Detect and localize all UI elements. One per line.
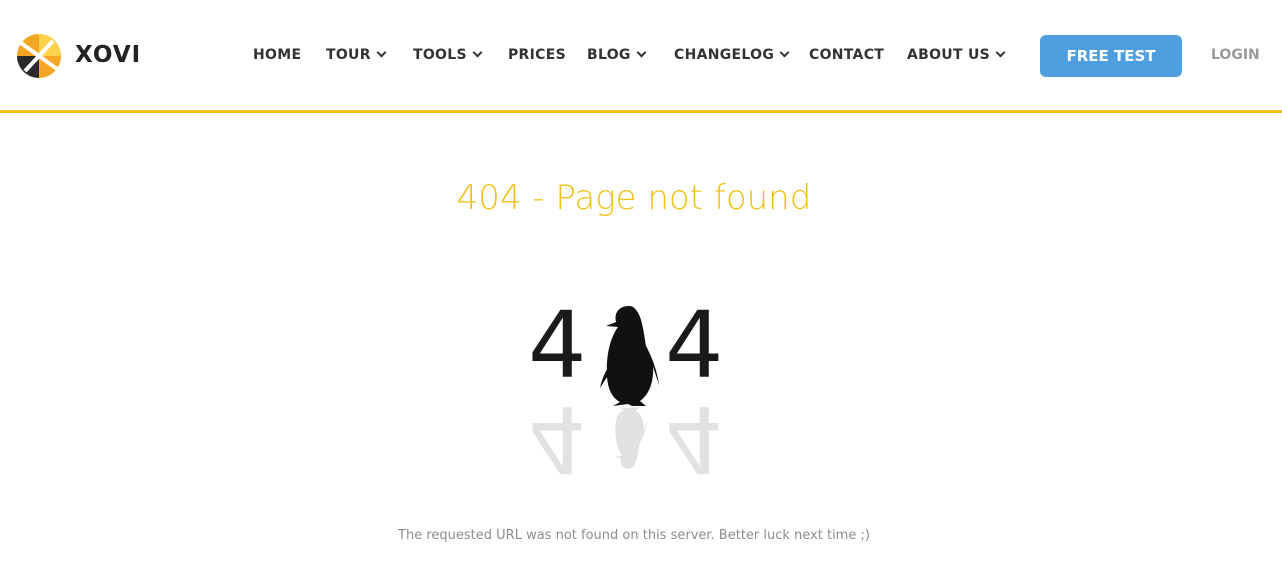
penguin-icon: [600, 306, 659, 406]
nav-contact[interactable]: CONTACT: [809, 47, 884, 63]
404-illustration: 4 4 4 4: [528, 292, 738, 493]
nav-about-us[interactable]: ABOUT US: [907, 47, 1006, 63]
nav-blog-label: BLOG: [587, 47, 631, 63]
nav-blog[interactable]: BLOG: [587, 47, 647, 63]
chevron-down-icon: [779, 47, 790, 58]
nav-about-us-label: ABOUT US: [907, 47, 991, 63]
error-message: The requested URL was not found on this …: [398, 528, 870, 543]
nav-tools[interactable]: TOOLS: [413, 47, 483, 63]
right-digit: 4: [665, 292, 724, 399]
right-digit-reflection: 4: [665, 385, 724, 492]
chevron-down-icon: [995, 47, 1006, 58]
nav-home[interactable]: HOME: [253, 47, 301, 63]
nav-changelog[interactable]: CHANGELOG: [674, 47, 790, 63]
site-header: XOVI HOME TOUR TOOLS PRICES BLOG CHANGEL…: [0, 0, 1282, 113]
nav-home-label: HOME: [253, 47, 302, 63]
nav-prices[interactable]: PRICES: [508, 47, 566, 63]
login-link[interactable]: LOGIN: [1211, 47, 1260, 63]
nav-contact-label: CONTACT: [809, 47, 885, 63]
nav-tools-label: TOOLS: [413, 47, 467, 63]
left-digit-reflection: 4: [528, 385, 587, 492]
chevron-down-icon: [376, 47, 387, 58]
xovi-logo[interactable]: XOVI: [13, 29, 142, 83]
logo-text: XOVI: [75, 42, 142, 68]
free-test-button[interactable]: FREE TEST: [1040, 35, 1182, 77]
nav-tour[interactable]: TOUR: [326, 47, 387, 63]
nav-prices-label: PRICES: [508, 47, 566, 63]
penguin-reflection-icon: [614, 407, 648, 469]
left-digit: 4: [528, 292, 587, 399]
chevron-down-icon: [472, 47, 483, 58]
chevron-down-icon: [636, 47, 647, 58]
nav-changelog-label: CHANGELOG: [674, 47, 775, 63]
logo-icon: [17, 34, 61, 78]
nav-tour-label: TOUR: [326, 47, 371, 63]
page-title: 404 - Page not found: [456, 178, 812, 218]
